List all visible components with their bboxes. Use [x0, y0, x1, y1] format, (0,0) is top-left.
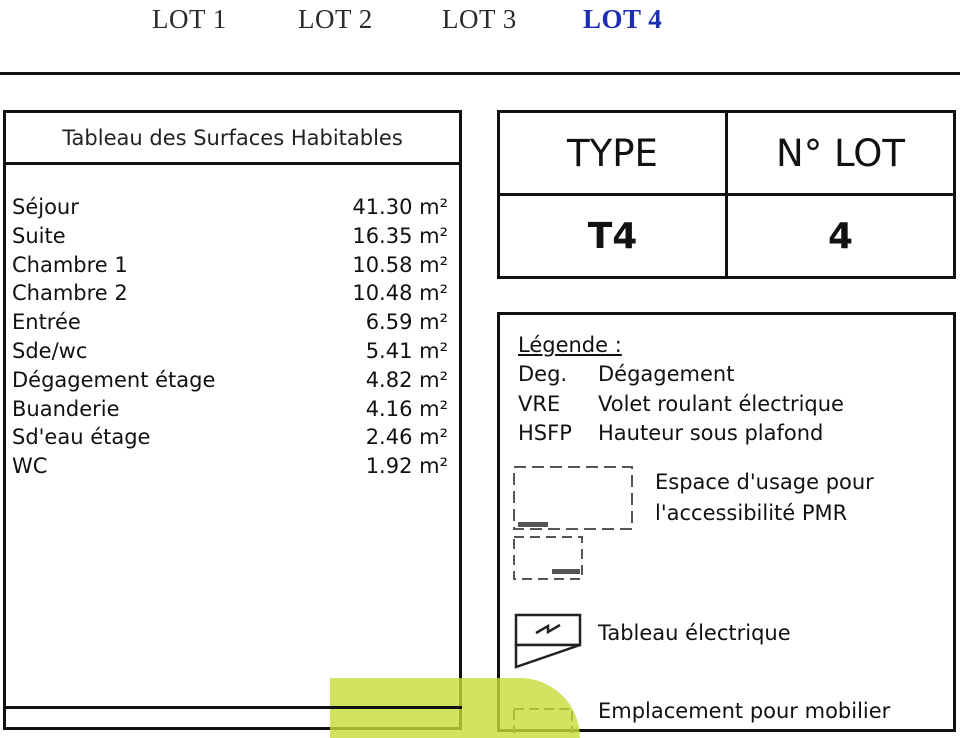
room-area: 10.48 m²: [352, 281, 448, 306]
legend-abbr-row: VRE Volet roulant électrique: [518, 392, 844, 416]
room-name: Séjour: [12, 195, 79, 219]
legend-panel: Légende : Deg. Dégagement VRE Volet roulan…: [497, 312, 956, 733]
room-name: Suite: [12, 223, 66, 248]
room-name: Sd'eau étage: [12, 425, 151, 450]
room-name: Dégagement étage: [12, 367, 216, 392]
pmr-space-icon: [513, 466, 633, 580]
surface-row: Suite 16.35 m²: [12, 222, 448, 251]
room-name: Chambre 1: [12, 252, 128, 277]
tab-lot-1[interactable]: LOT 1: [152, 4, 227, 35]
tab-lot-3[interactable]: LOT 3: [442, 4, 517, 35]
surfaces-table: Tableau des Surfaces Habitables Séjour 41…: [3, 110, 462, 730]
surface-row: Sde/wc 5.41 m²: [12, 337, 448, 366]
room-area: 5.41 m²: [365, 338, 448, 363]
room-name: WC: [12, 454, 48, 479]
lot-tabs: LOT 1 LOT 2 LOT 3 LOT 4: [0, 0, 960, 42]
lot-number-value: 4: [827, 215, 854, 257]
tab-lot-4[interactable]: LOT 4: [583, 4, 662, 35]
surface-row: Entrée 6.59 m²: [12, 308, 448, 337]
surfaces-table-title: Tableau des Surfaces Habitables: [6, 113, 459, 165]
header-divider: [0, 72, 960, 75]
room-area: 2.46 m²: [365, 425, 448, 450]
electrical-panel-label: Tableau électrique: [598, 621, 791, 645]
surface-row: WC 1.92 m²: [12, 452, 448, 481]
room-area: 41.30 m²: [352, 195, 448, 219]
legend-abbr-row: HSFP Hauteur sous plafond: [518, 421, 823, 445]
pmr-space-label: l'accessibilité PMR: [655, 501, 848, 525]
room-name: Chambre 2: [12, 281, 128, 306]
electrical-panel-icon: [514, 613, 582, 669]
legend-abbr-row: Deg. Dégagement: [518, 362, 734, 386]
room-area: 4.82 m²: [365, 367, 448, 392]
room-area: 4.16 m²: [365, 396, 448, 421]
room-area: 1.92 m²: [365, 454, 448, 479]
pmr-space-label: Espace d'usage pour: [655, 470, 874, 494]
legend-title: Légende :: [518, 333, 622, 357]
surface-row: Chambre 2 10.48 m²: [12, 279, 448, 308]
furniture-label: Emplacement pour mobilier: [598, 699, 891, 723]
legend-abbr-meaning: Hauteur sous plafond: [598, 421, 824, 445]
surface-row: Chambre 1 10.58 m²: [12, 251, 448, 280]
room-name: Entrée: [12, 310, 81, 335]
room-name: Buanderie: [12, 396, 120, 421]
legend-abbr-meaning: Volet roulant électrique: [598, 392, 844, 416]
next-table-edge: [3, 706, 462, 709]
surfaces-rows: Séjour 41.30 m² Suite 16.35 m² Chambre 1 10…: [12, 193, 448, 481]
room-area: 10.58 m²: [352, 252, 448, 277]
surface-row: Séjour 41.30 m²: [12, 193, 448, 222]
surface-row: Dégagement étage 4.82 m²: [12, 366, 448, 395]
tab-lot-2[interactable]: LOT 2: [298, 4, 373, 35]
legend-abbr: HSFP: [518, 421, 572, 445]
room-area: 6.59 m²: [365, 310, 448, 335]
surface-row: Sd'eau étage 2.46 m²: [12, 423, 448, 452]
type-lot-table: TYPE N° LOT T4 4: [497, 110, 956, 279]
legend-abbr: VRE: [518, 392, 561, 416]
room-area: 16.35 m²: [352, 223, 448, 248]
type-header: TYPE: [500, 113, 728, 196]
legend-abbr-meaning: Dégagement: [598, 362, 735, 386]
type-value: T4: [500, 196, 728, 276]
surface-row: Buanderie 4.16 m²: [12, 395, 448, 424]
lot-number-header: N° LOT: [728, 113, 953, 196]
room-name: Sde/wc: [12, 338, 88, 363]
legend-abbr: Deg.: [518, 362, 568, 386]
